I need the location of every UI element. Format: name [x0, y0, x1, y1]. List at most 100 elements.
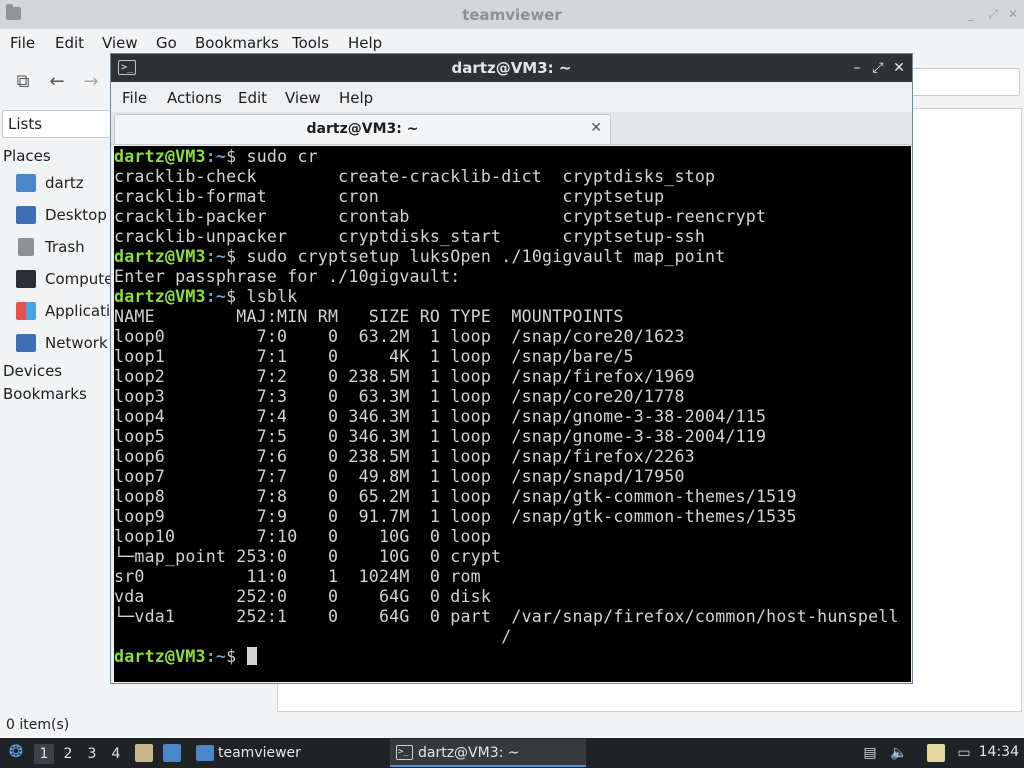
close-icon[interactable]: ✕ [1006, 7, 1020, 21]
sidebar-item-trash[interactable]: Trash [16, 236, 116, 260]
terminal-output-line: loop6 7:6 0 238.5M 1 loop /snap/firefox/… [114, 447, 695, 466]
desktop-icon [16, 206, 36, 224]
network-icon [16, 334, 36, 352]
terminal-output-line: loop0 7:0 0 63.2M 1 loop /snap/core20/16… [114, 327, 685, 346]
show-desktop-icon[interactable] [163, 744, 181, 762]
command-text: sudo cr [246, 147, 318, 166]
sidebar-item-label: Network [45, 334, 108, 352]
maximize-icon[interactable]: ⤢ [986, 7, 1000, 21]
prompt-path: :~ [205, 147, 227, 166]
sidebar-item-network[interactable]: Network [16, 332, 116, 356]
clipboard-icon[interactable]: ▤ [861, 744, 879, 762]
terminal-command-line: dartz@VM3:~$ sudo cr [114, 147, 318, 167]
terminal-output-line: loop8 7:8 0 65.2M 1 loop /snap/gtk-commo… [114, 487, 797, 506]
file-manager-titlebar[interactable]: teamviewer _ ⤢ ✕ [0, 0, 1024, 29]
volume-icon[interactable]: 🔈 [890, 744, 908, 762]
task-terminal[interactable]: >_ dartz@VM3: ~ [390, 739, 586, 767]
terminal-output-line: cracklib-check create-cracklib-dict cryp… [114, 167, 716, 186]
prompt-path: :~ [205, 287, 227, 306]
menu-file[interactable]: File [10, 34, 35, 52]
sidebar-item-applications[interactable]: Applications [16, 300, 137, 324]
task-teamviewer[interactable]: teamviewer [193, 739, 383, 767]
devices-header[interactable]: Devices [3, 362, 62, 380]
menu-file[interactable]: File [122, 89, 147, 107]
workspace-1[interactable]: 1 [34, 744, 54, 764]
menu-view[interactable]: View [285, 89, 321, 107]
terminal-icon: >_ [396, 745, 413, 760]
close-icon[interactable]: ✕ [891, 59, 907, 77]
terminal-output-line: └─vda1 252:1 0 64G 0 part /var/snap/fire… [114, 607, 899, 626]
minimize-icon[interactable]: – [849, 59, 865, 77]
terminal-output-line: sr0 11:0 1 1024M 0 rom [114, 567, 481, 586]
terminal-output-line: NAME MAJ:MIN RM SIZE RO TYPE MOUNTPOINTS [114, 307, 624, 326]
tab-label: dartz@VM3: ~ [306, 121, 419, 137]
sidebar-item-label: Computer [45, 270, 120, 288]
places-header: Places [3, 147, 51, 165]
status-bar-text: 0 item(s) [6, 717, 70, 733]
prompt-sign: $ [226, 647, 247, 666]
workspace-4[interactable]: 4 [106, 744, 126, 764]
prompt-path: :~ [205, 247, 227, 266]
terminal-output-line: / [114, 627, 512, 646]
command-text: sudo cryptsetup luksOpen ./10gigvault ma… [246, 247, 726, 266]
clock[interactable]: 14:34 [979, 744, 1019, 760]
menu-edit[interactable]: Edit [238, 89, 267, 107]
terminal-prompt-line: dartz@VM3:~$ [114, 647, 257, 667]
text-cursor [246, 647, 257, 665]
terminal-output-line: loop2 7:2 0 238.5M 1 loop /snap/firefox/… [114, 367, 695, 386]
back-icon[interactable]: ← [44, 70, 70, 94]
terminal-titlebar[interactable]: >_ dartz@VM3: ~ – ⤢ ✕ [111, 54, 912, 82]
window-title: teamviewer [462, 6, 562, 24]
terminal-output-line: cracklib-packer crontab cryptsetup-reenc… [114, 207, 767, 226]
menu-bookmarks[interactable]: Bookmarks [195, 34, 279, 52]
terminal-output-line: loop1 7:1 0 4K 1 loop /snap/bare/5 [114, 347, 634, 366]
forward-icon[interactable]: → [78, 70, 104, 94]
sidebar-item-computer[interactable]: Computer [16, 268, 120, 292]
terminal-screen[interactable]: dartz@VM3:~$ sudo cr cracklib-check creat… [114, 146, 911, 682]
terminal-tabbar: dartz@VM3: ~ ✕ [111, 112, 912, 145]
sidebar-item-label: Trash [45, 238, 85, 256]
terminal-output-line: loop4 7:4 0 346.3M 1 loop /snap/gnome-3-… [114, 407, 767, 426]
terminal-tab[interactable]: dartz@VM3: ~ ✕ [114, 114, 611, 144]
new-tab-icon[interactable]: ⧉ [10, 70, 36, 94]
location-bar[interactable] [900, 68, 1020, 96]
bookmarks-header[interactable]: Bookmarks [3, 385, 87, 403]
notes-icon[interactable] [927, 744, 945, 762]
prompt-user: dartz@VM3 [114, 247, 206, 266]
menu-help[interactable]: Help [348, 34, 382, 52]
prompt-path: :~ [205, 647, 227, 666]
prompt-user: dartz@VM3 [114, 147, 206, 166]
close-tab-icon[interactable]: ✕ [590, 120, 602, 136]
folder-icon [196, 745, 214, 761]
sidebar-item-desktop[interactable]: Desktop [16, 204, 116, 228]
sidebar-item-dartz[interactable]: dartz [16, 172, 116, 196]
terminal-output-line: loop10 7:10 0 10G 0 loop [114, 527, 492, 546]
sidebar-mode-label: Lists [8, 115, 43, 133]
menu-tools[interactable]: Tools [292, 34, 329, 52]
sidebar-item-label: dartz [45, 174, 84, 192]
menu-actions[interactable]: Actions [167, 89, 222, 107]
workspace-3[interactable]: 3 [82, 744, 102, 764]
terminal-window: >_ dartz@VM3: ~ – ⤢ ✕ File Actions Edit … [110, 53, 913, 684]
start-menu-icon[interactable]: ❂ [6, 743, 26, 763]
sidebar-mode-select[interactable]: Lists [2, 110, 114, 138]
maximize-icon[interactable]: ⤢ [870, 59, 886, 77]
task-label: dartz@VM3: ~ [418, 745, 520, 761]
window-title: dartz@VM3: ~ [451, 59, 572, 77]
applications-icon [16, 302, 36, 320]
prompt-sign: $ [226, 247, 247, 266]
terminal-menubar: File Actions Edit View Help [111, 82, 912, 112]
network-status-icon[interactable]: ▭ [955, 744, 973, 762]
command-text: lsblk [246, 287, 298, 306]
menu-view[interactable]: View [102, 34, 138, 52]
file-manager-launcher-icon[interactable] [135, 744, 153, 762]
taskbar: ❂ 1 2 3 4 teamviewer >_ dartz@VM3: ~ ▤ 🔈… [0, 738, 1024, 768]
menu-edit[interactable]: Edit [55, 34, 84, 52]
prompt-sign: $ [226, 287, 247, 306]
menu-go[interactable]: Go [156, 34, 177, 52]
minimize-icon[interactable]: _ [964, 7, 978, 21]
terminal-output-line: loop3 7:3 0 63.3M 1 loop /snap/core20/17… [114, 387, 685, 406]
menu-help[interactable]: Help [339, 89, 373, 107]
workspace-2[interactable]: 2 [58, 744, 78, 764]
terminal-output-line: vda 252:0 0 64G 0 disk [114, 587, 492, 606]
